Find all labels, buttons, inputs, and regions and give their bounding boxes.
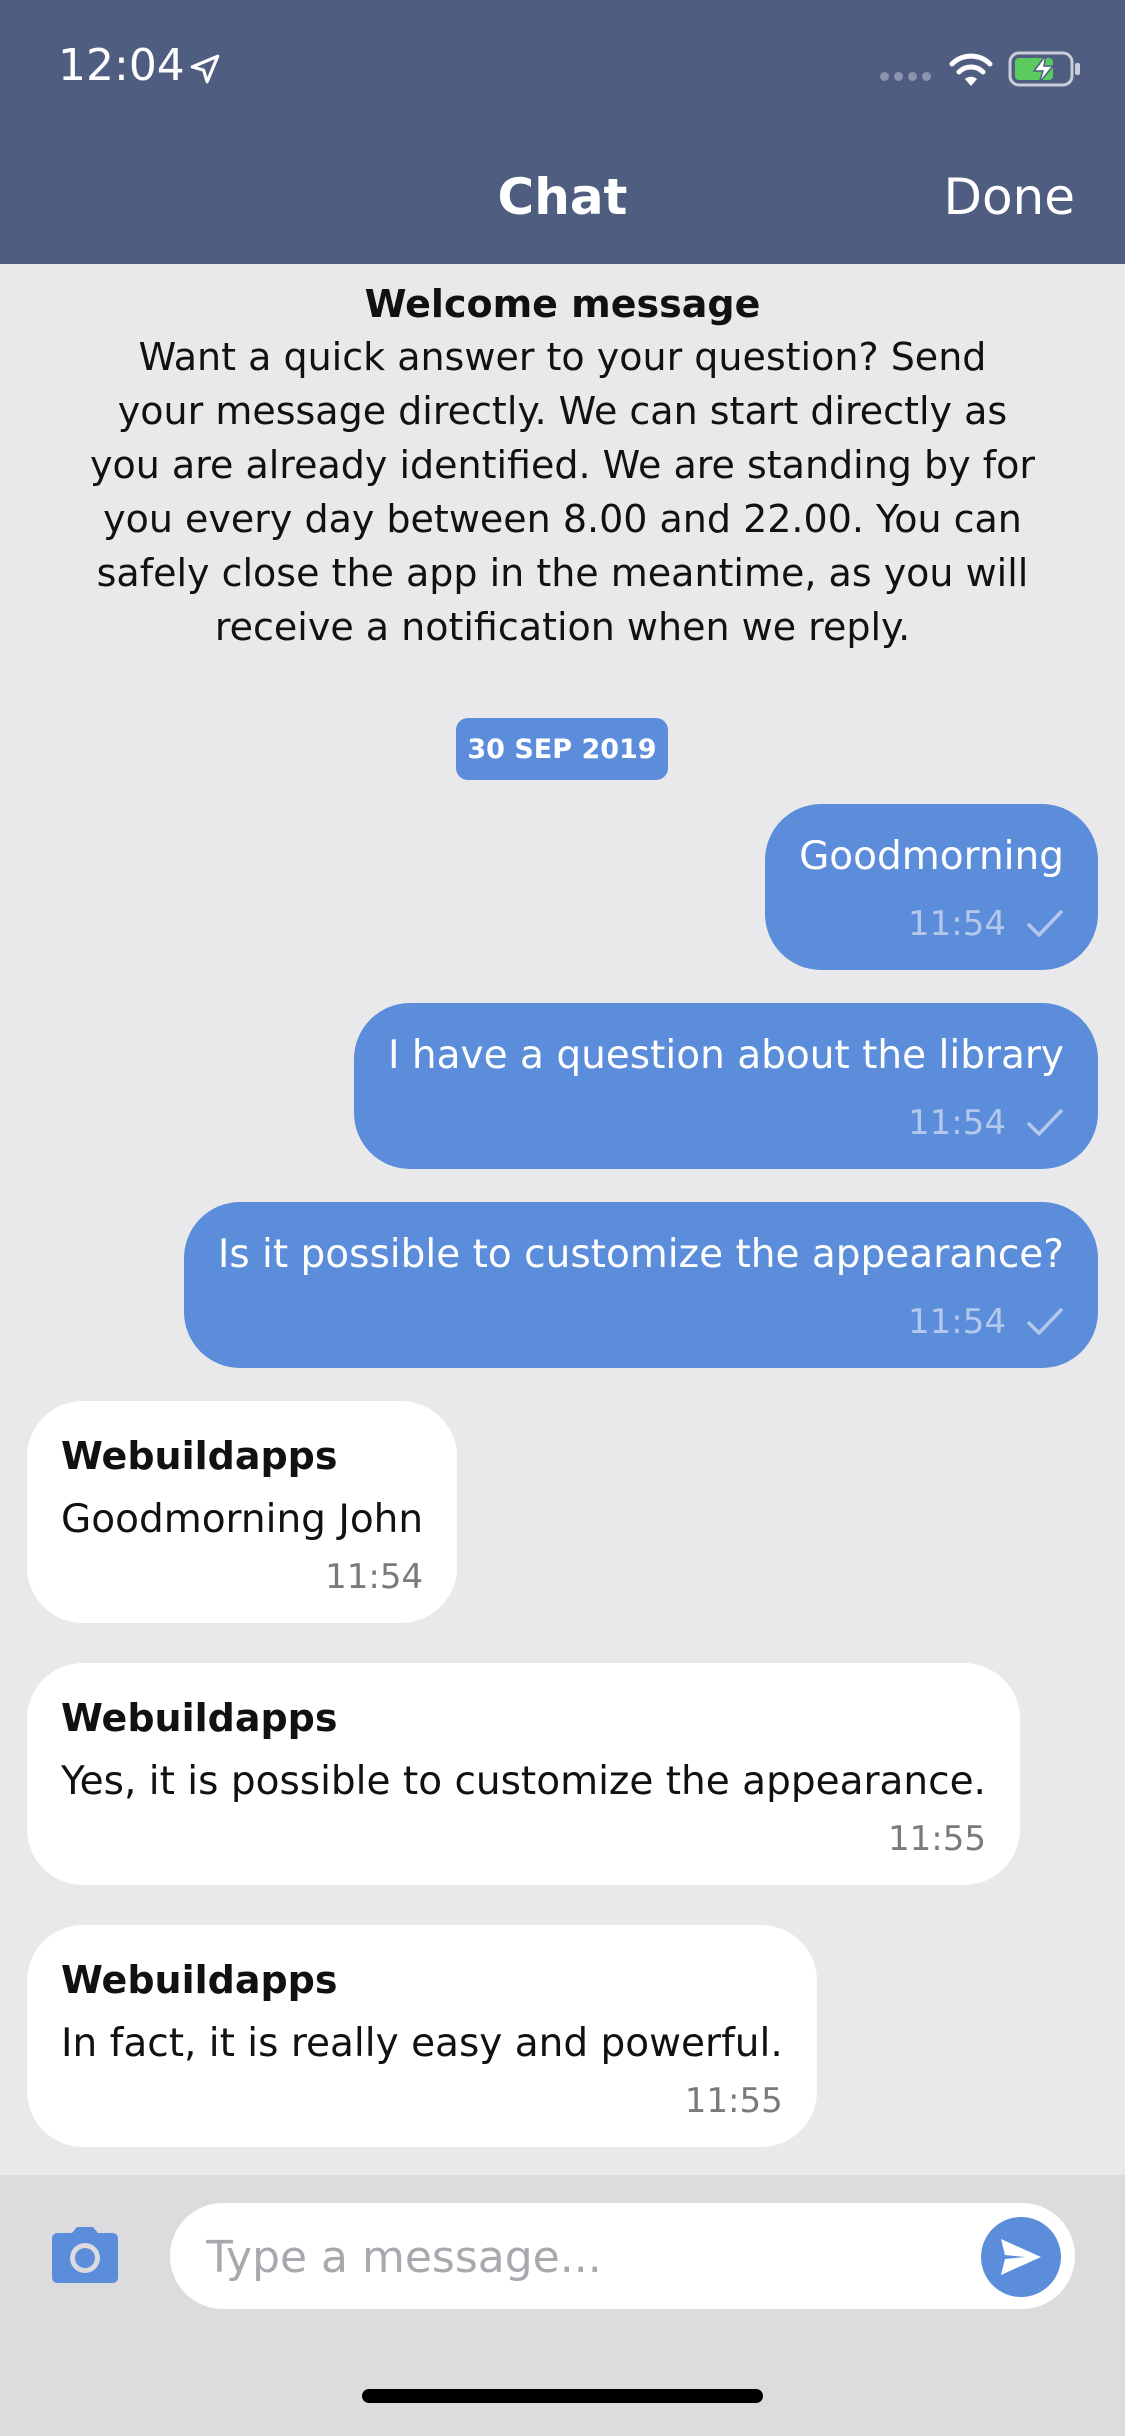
nav-bar: Chat Done	[0, 130, 1125, 264]
location-arrow-icon	[190, 54, 220, 84]
message-input[interactable]	[204, 2225, 948, 2289]
home-indicator	[362, 2389, 763, 2403]
date-badge: 30 SEP 2019	[456, 718, 668, 780]
outgoing-message-bubble[interactable]: I have a question about the library 11:5…	[354, 1003, 1098, 1169]
message-text: Yes, it is possible to customize the app…	[61, 1759, 986, 1804]
welcome-body: Want a quick answer to your question? Se…	[90, 335, 1035, 649]
check-icon	[1027, 1308, 1063, 1335]
incoming-message-bubble[interactable]: Webuildapps Yes, it is possible to custo…	[27, 1663, 1020, 1885]
message-time: 11:54	[325, 1557, 424, 1597]
incoming-message-bubble[interactable]: Webuildapps In fact, it is really easy a…	[27, 1925, 817, 2147]
message-time: 11:55	[684, 2081, 783, 2121]
check-icon	[1027, 910, 1063, 937]
camera-icon[interactable]	[50, 2225, 120, 2285]
sender-name: Webuildapps	[61, 1434, 338, 1478]
outgoing-message-bubble[interactable]: Is it possible to customize the appearan…	[183, 1202, 1098, 1368]
check-icon	[1027, 1109, 1063, 1136]
send-icon	[1001, 2239, 1041, 2275]
status-time: 12:04	[58, 40, 185, 91]
message-time: 11:55	[887, 1819, 986, 1859]
wifi-icon	[949, 53, 993, 86]
send-button[interactable]	[981, 2217, 1061, 2297]
message-time: 11:54	[908, 904, 1006, 944]
status-bar: 12:04	[0, 0, 1125, 130]
incoming-message-bubble[interactable]: Webuildapps Goodmorning John 11:54	[27, 1401, 458, 1623]
message-meta: 11:54	[388, 1103, 1064, 1143]
message-text: Goodmorning John	[61, 1497, 424, 1542]
message-meta: 11:54	[799, 904, 1064, 944]
message-text: In fact, it is really easy and powerful.	[61, 2021, 783, 2066]
message-input-wrapper	[170, 2203, 1075, 2309]
welcome-title: Welcome message	[364, 282, 761, 326]
welcome-message: Welcome message Want a quick answer to y…	[90, 278, 1035, 654]
outgoing-message-bubble[interactable]: Goodmorning 11:54	[765, 804, 1098, 970]
done-button[interactable]: Done	[943, 168, 1075, 226]
signal-dots-icon	[880, 72, 931, 81]
battery-charging-icon	[1008, 51, 1080, 87]
sender-name: Webuildapps	[61, 1958, 338, 2002]
message-composer	[0, 2175, 1125, 2436]
message-text: I have a question about the library	[388, 1033, 1064, 1078]
message-text: Is it possible to customize the appearan…	[217, 1232, 1064, 1277]
sender-name: Webuildapps	[61, 1696, 338, 1740]
message-time: 11:54	[908, 1103, 1006, 1143]
message-time: 11:54	[908, 1302, 1006, 1342]
message-meta: 11:54	[218, 1302, 1064, 1342]
message-text: Goodmorning	[799, 834, 1064, 879]
